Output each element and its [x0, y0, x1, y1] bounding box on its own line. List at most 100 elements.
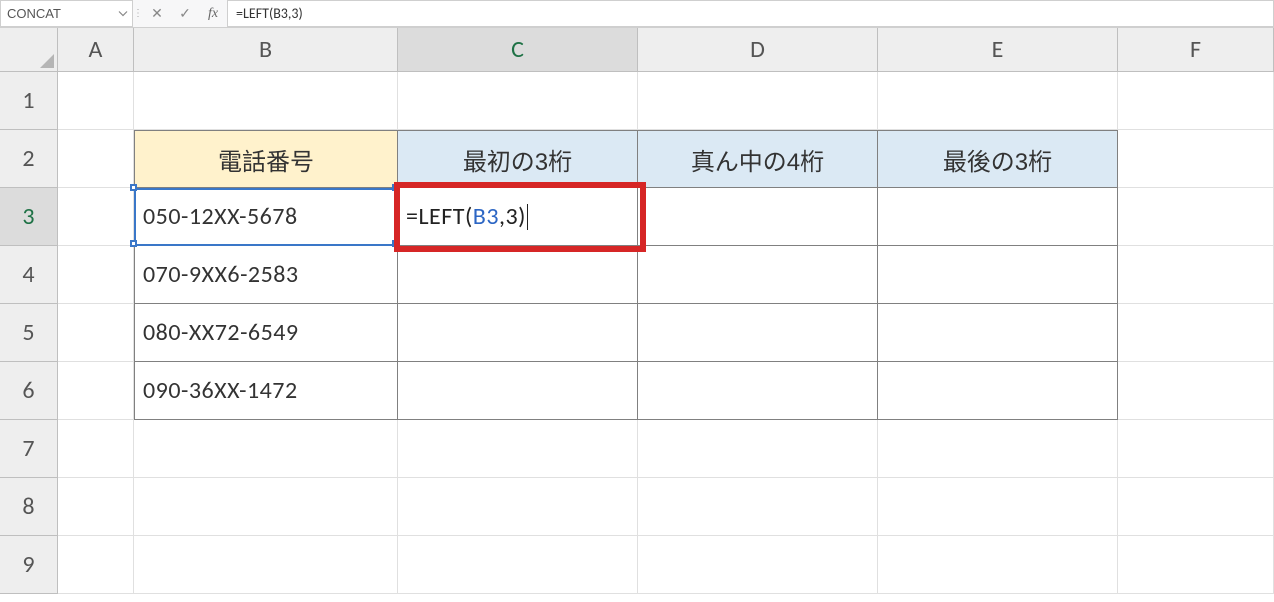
formula-cancel-button[interactable]: ✕ [143, 0, 171, 27]
cell-F4[interactable] [1118, 246, 1274, 304]
cell-A5[interactable] [58, 304, 134, 362]
cell-E5[interactable] [878, 304, 1118, 362]
col-header-F[interactable]: F [1118, 28, 1274, 72]
cell-C7[interactable] [398, 420, 638, 478]
cell-F2[interactable] [1118, 130, 1274, 188]
cell-E4[interactable] [878, 246, 1118, 304]
cell-C3[interactable]: =LEFT(B3,3) [398, 188, 638, 246]
cell-F7[interactable] [1118, 420, 1274, 478]
cell-C1[interactable] [398, 72, 638, 130]
col-header-E[interactable]: E [878, 28, 1118, 72]
grid: 電話番号 最初の3桁 真ん中の4桁 最後の3桁 050-12XX-5678 =L… [58, 72, 1274, 594]
cell-F1[interactable] [1118, 72, 1274, 130]
formula-part: =LEFT( [406, 202, 473, 231]
cell-E3[interactable] [878, 188, 1118, 246]
table-row [58, 72, 1274, 130]
cell-D1[interactable] [638, 72, 878, 130]
row-header-1[interactable]: 1 [0, 72, 58, 130]
formula-part: ,3) [499, 202, 526, 231]
table-row [58, 478, 1274, 536]
cell-B8[interactable] [134, 478, 398, 536]
cell-E7[interactable] [878, 420, 1118, 478]
cell-D4[interactable] [638, 246, 878, 304]
reference-handle-icon[interactable] [392, 240, 399, 247]
worksheet: A B C D E F 1 2 3 4 5 6 7 8 9 電話番号 最初の3桁 [0, 28, 1274, 602]
cell-F3[interactable] [1118, 188, 1274, 246]
cell-A4[interactable] [58, 246, 134, 304]
cell-D9[interactable] [638, 536, 878, 594]
reference-handle-icon[interactable] [130, 184, 137, 191]
cell-C6[interactable] [398, 362, 638, 420]
table-row [58, 536, 1274, 594]
cell-F8[interactable] [1118, 478, 1274, 536]
cell-B1[interactable] [134, 72, 398, 130]
formula-bar-resize-handle[interactable]: ⋮ [133, 0, 143, 27]
cell-E6[interactable] [878, 362, 1118, 420]
formula-input[interactable]: =LEFT(B3,3) [227, 0, 1274, 27]
row-header-4[interactable]: 4 [0, 246, 58, 304]
cell-E9[interactable] [878, 536, 1118, 594]
name-box-dropdown-icon[interactable] [118, 6, 128, 21]
col-header-C[interactable]: C [398, 28, 638, 72]
cell-A6[interactable] [58, 362, 134, 420]
row-header-7[interactable]: 7 [0, 420, 58, 478]
formula-input-text: =LEFT(B3,3) [236, 5, 303, 22]
cell-B6[interactable]: 090-36XX-1472 [134, 362, 398, 420]
cell-C2[interactable]: 最初の3桁 [398, 130, 638, 188]
formula-ref: B3 [473, 202, 499, 231]
column-headers: A B C D E F [58, 28, 1274, 72]
row-header-5[interactable]: 5 [0, 304, 58, 362]
row-header-9[interactable]: 9 [0, 536, 58, 594]
cell-C9[interactable] [398, 536, 638, 594]
col-header-D[interactable]: D [638, 28, 878, 72]
cell-B9[interactable] [134, 536, 398, 594]
insert-function-button[interactable]: fx [199, 0, 227, 27]
cell-F9[interactable] [1118, 536, 1274, 594]
cell-B7[interactable] [134, 420, 398, 478]
row-header-3[interactable]: 3 [0, 188, 58, 246]
cell-D8[interactable] [638, 478, 878, 536]
table-row [58, 420, 1274, 478]
row-header-2[interactable]: 2 [0, 130, 58, 188]
cell-F5[interactable] [1118, 304, 1274, 362]
cell-C8[interactable] [398, 478, 638, 536]
cell-D6[interactable] [638, 362, 878, 420]
row-header-6[interactable]: 6 [0, 362, 58, 420]
cell-A3[interactable] [58, 188, 134, 246]
row-header-8[interactable]: 8 [0, 478, 58, 536]
table-row: 090-36XX-1472 [58, 362, 1274, 420]
col-header-B[interactable]: B [134, 28, 398, 72]
cell-D2[interactable]: 真ん中の4桁 [638, 130, 878, 188]
cell-B5[interactable]: 080-XX72-6549 [134, 304, 398, 362]
table-row: 電話番号 最初の3桁 真ん中の4桁 最後の3桁 [58, 130, 1274, 188]
cell-A9[interactable] [58, 536, 134, 594]
cell-E1[interactable] [878, 72, 1118, 130]
cell-D3[interactable] [638, 188, 878, 246]
cell-A2[interactable] [58, 130, 134, 188]
select-all-corner[interactable] [0, 28, 58, 72]
cell-C5[interactable] [398, 304, 638, 362]
cell-B4[interactable]: 070-9XX6-2583 [134, 246, 398, 304]
cell-F6[interactable] [1118, 362, 1274, 420]
cell-C4[interactable] [398, 246, 638, 304]
col-header-A[interactable]: A [58, 28, 134, 72]
formula-bar: CONCAT ⋮ ✕ ✓ fx =LEFT(B3,3) [0, 0, 1274, 28]
table-row: 050-12XX-5678 =LEFT(B3,3) [58, 188, 1274, 246]
cell-A7[interactable] [58, 420, 134, 478]
name-box[interactable]: CONCAT [0, 0, 133, 27]
table-row: 080-XX72-6549 [58, 304, 1274, 362]
cell-A1[interactable] [58, 72, 134, 130]
cell-B2[interactable]: 電話番号 [134, 130, 398, 188]
cell-A8[interactable] [58, 478, 134, 536]
table-row: 070-9XX6-2583 [58, 246, 1274, 304]
cell-E8[interactable] [878, 478, 1118, 536]
text-caret [527, 204, 528, 230]
formula-enter-button[interactable]: ✓ [171, 0, 199, 27]
cell-D7[interactable] [638, 420, 878, 478]
cell-B3[interactable]: 050-12XX-5678 [134, 188, 398, 246]
cell-E2[interactable]: 最後の3桁 [878, 130, 1118, 188]
reference-handle-icon[interactable] [392, 184, 399, 191]
cell-D5[interactable] [638, 304, 878, 362]
reference-handle-icon[interactable] [130, 240, 137, 247]
row-headers: 1 2 3 4 5 6 7 8 9 [0, 72, 58, 594]
